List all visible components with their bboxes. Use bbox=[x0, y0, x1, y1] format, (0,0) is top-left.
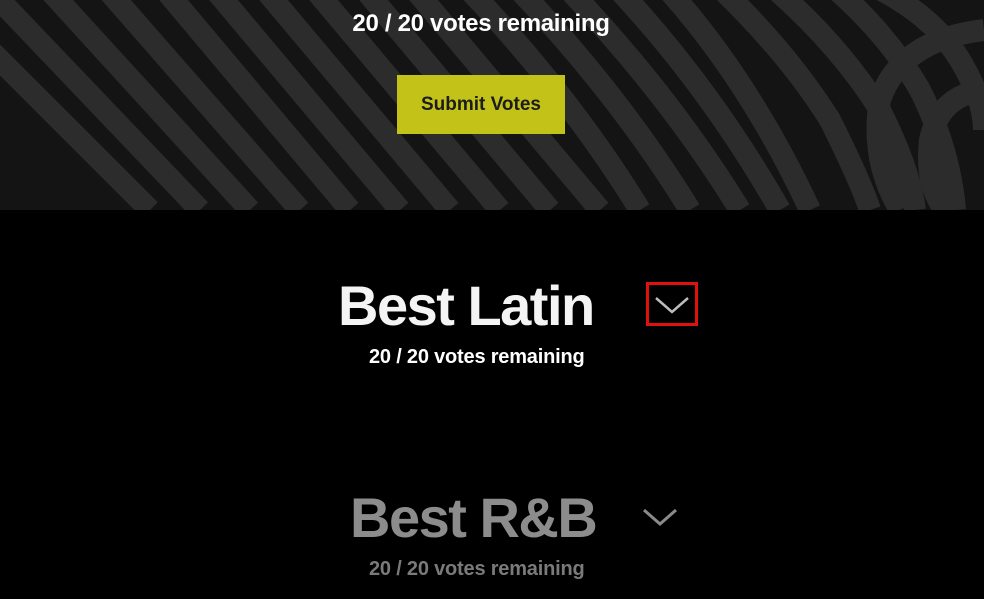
expand-category-button[interactable] bbox=[634, 496, 686, 540]
submit-votes-button[interactable]: Submit Votes bbox=[397, 75, 565, 134]
category-votes-remaining: 20 / 20 votes remaining bbox=[369, 558, 585, 580]
category-title: Best R&B bbox=[350, 486, 598, 549]
chevron-down-icon bbox=[643, 508, 677, 526]
total-votes-remaining: 20 / 20 votes remaining bbox=[352, 10, 610, 37]
expand-category-button[interactable] bbox=[646, 282, 698, 326]
chevron-down-icon bbox=[655, 297, 689, 314]
category-title: Best Latin bbox=[338, 274, 595, 337]
category-votes-remaining: 20 / 20 votes remaining bbox=[369, 346, 585, 368]
hero-banner: 20 / 20 votes remaining Submit Votes bbox=[0, 0, 984, 210]
